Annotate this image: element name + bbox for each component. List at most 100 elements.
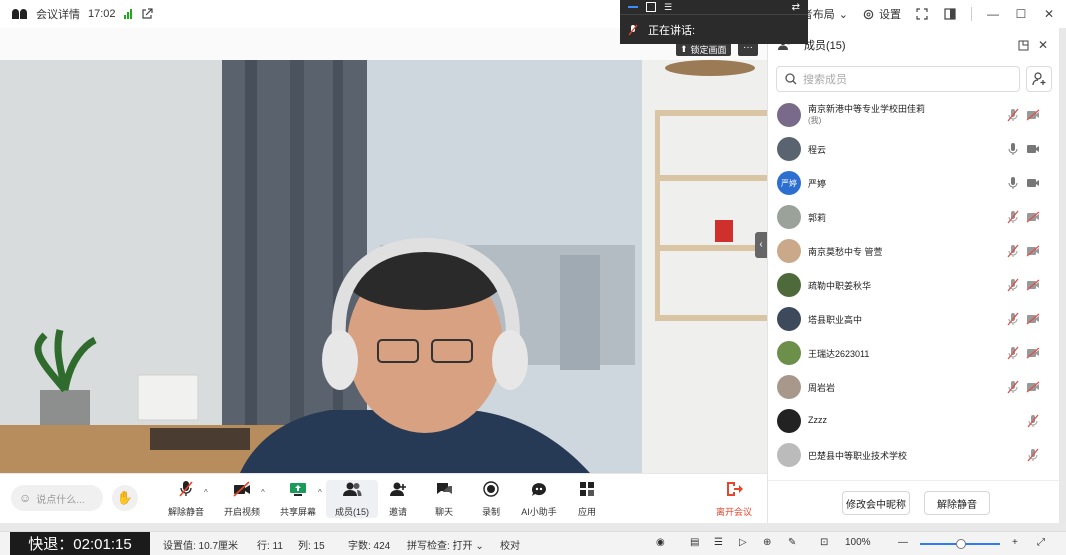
participant-video[interactable] bbox=[0, 60, 767, 473]
mic-muted-icon[interactable] bbox=[1006, 244, 1020, 258]
camera-off-icon[interactable] bbox=[1026, 279, 1040, 291]
member-row[interactable]: 疏勒中职姜秋华 bbox=[768, 268, 1060, 302]
popout-icon[interactable] bbox=[1016, 38, 1030, 52]
chat-button[interactable]: 聊天 bbox=[418, 480, 470, 518]
mic-muted-icon[interactable] bbox=[1026, 448, 1040, 462]
member-row[interactable]: 巴楚县中等职业技术学校 bbox=[768, 438, 1060, 472]
add-user-icon bbox=[1032, 72, 1046, 86]
share-link-icon[interactable] bbox=[140, 7, 154, 21]
mic-muted-icon[interactable] bbox=[1006, 210, 1020, 224]
mic-muted-icon[interactable] bbox=[1006, 346, 1020, 360]
close-icon[interactable]: ✕ bbox=[1036, 38, 1050, 52]
leave-meeting-button[interactable]: 离开会议 bbox=[708, 480, 760, 518]
fit-page-icon[interactable]: ⊡ bbox=[820, 537, 828, 548]
mic-muted-icon[interactable] bbox=[1006, 380, 1020, 394]
audio-options-chevron-icon[interactable]: ^ bbox=[204, 488, 208, 497]
member-row[interactable]: 周岩岩 bbox=[768, 370, 1060, 404]
video-options-chevron-icon[interactable]: ^ bbox=[261, 488, 265, 497]
list-view-icon[interactable]: ☰ bbox=[664, 2, 672, 13]
member-row[interactable]: 严婷 严婷 bbox=[768, 166, 1060, 200]
pen-icon[interactable]: ✎ bbox=[788, 537, 796, 548]
unmute-button[interactable]: 解除静音 bbox=[160, 480, 212, 518]
spellcheck-toggle[interactable]: 拼写检查: 打开 ⌄ bbox=[407, 537, 484, 552]
mic-icon[interactable] bbox=[1006, 142, 1020, 156]
share-screen-icon bbox=[290, 483, 306, 496]
play-icon[interactable]: ▷ bbox=[739, 537, 747, 548]
start-video-label: 开启视频 bbox=[223, 507, 260, 517]
outline-view-icon[interactable]: ☰ bbox=[714, 537, 723, 548]
sidebar-toggle-icon[interactable] bbox=[943, 7, 957, 21]
fullscreen-icon[interactable] bbox=[915, 7, 929, 21]
mic-muted-icon[interactable] bbox=[1026, 414, 1040, 428]
divider bbox=[971, 7, 972, 21]
camera-off-icon[interactable] bbox=[1026, 313, 1040, 325]
camera-off-icon[interactable] bbox=[1026, 211, 1040, 223]
zoom-level[interactable]: 100% bbox=[845, 537, 871, 548]
camera-off-icon[interactable] bbox=[1026, 109, 1040, 121]
collapse-sidebar-tab[interactable]: ‹ bbox=[755, 232, 767, 258]
zoom-in-icon[interactable]: + bbox=[1012, 537, 1018, 548]
zoom-out-icon[interactable]: — bbox=[898, 537, 908, 548]
start-video-button[interactable]: 开启视频 bbox=[216, 480, 268, 518]
mic-muted-icon[interactable] bbox=[1006, 108, 1020, 122]
ai-assistant-button[interactable]: AI小助手 bbox=[513, 480, 565, 518]
app-logo-icon bbox=[12, 9, 28, 19]
mic-muted-icon bbox=[628, 24, 638, 36]
members-button[interactable]: 成员(15) bbox=[326, 480, 378, 518]
eye-icon[interactable]: ◉ bbox=[656, 537, 665, 548]
member-row[interactable]: 王瑞达2623011 bbox=[768, 336, 1060, 370]
page-view-icon[interactable]: ▤ bbox=[690, 537, 699, 548]
member-name: Zzzz bbox=[808, 415, 827, 425]
avatar bbox=[777, 341, 801, 365]
camera-icon[interactable] bbox=[1026, 143, 1040, 155]
member-row[interactable]: 塔县职业高中 bbox=[768, 302, 1060, 336]
camera-icon[interactable] bbox=[1026, 177, 1040, 189]
meeting-details-link[interactable]: 会议详情 bbox=[36, 6, 80, 22]
collapse-arrows-icon[interactable]: ⇄ bbox=[792, 2, 800, 13]
window-scrollbar[interactable] bbox=[1059, 28, 1066, 523]
minimize-icon[interactable]: — bbox=[986, 7, 1000, 21]
settings-button[interactable]: 设置 bbox=[862, 6, 901, 22]
zoom-slider-handle[interactable] bbox=[956, 539, 966, 549]
camera-off-icon[interactable] bbox=[1026, 347, 1040, 359]
rename-button[interactable]: 修改会中昵称 bbox=[842, 491, 910, 515]
chat-input[interactable]: ☺ 说点什么... bbox=[11, 485, 103, 511]
record-button[interactable]: 录制 bbox=[465, 480, 517, 518]
signal-strength-icon[interactable] bbox=[123, 9, 132, 19]
speaker-view-icon[interactable] bbox=[628, 6, 638, 8]
member-row[interactable]: Zzzz bbox=[768, 404, 1060, 438]
gallery-view-icon[interactable] bbox=[646, 2, 656, 12]
member-name: 程云 bbox=[808, 145, 827, 155]
camera-off-icon bbox=[233, 481, 250, 497]
member-row[interactable]: 南京莫愁中专 管萱 bbox=[768, 234, 1060, 268]
proofread-button[interactable]: 校对 bbox=[500, 537, 520, 552]
share-options-chevron-icon[interactable]: ^ bbox=[318, 488, 322, 497]
unmute-all-button[interactable]: 解除静音 bbox=[924, 491, 990, 515]
member-search-input[interactable]: 搜索成员 bbox=[776, 66, 1020, 92]
apps-button[interactable]: 应用 bbox=[561, 480, 613, 518]
member-self-tag: (我) bbox=[808, 116, 822, 125]
maximize-icon[interactable]: ☐ bbox=[1014, 7, 1028, 21]
emoji-icon[interactable]: ☺ bbox=[19, 491, 31, 505]
member-row[interactable]: 程云 bbox=[768, 132, 1060, 166]
member-row[interactable]: 郭莉 bbox=[768, 200, 1060, 234]
member-row[interactable]: 南京新港中等专业学校田佳莉 (我) bbox=[768, 98, 1060, 132]
raise-hand-button[interactable]: ✋ bbox=[112, 485, 138, 511]
share-screen-button[interactable]: 共享屏幕 bbox=[272, 480, 324, 518]
close-icon[interactable]: ✕ bbox=[1042, 7, 1056, 21]
web-view-icon[interactable]: ⊕ bbox=[763, 537, 771, 548]
camera-off-icon[interactable] bbox=[1026, 245, 1040, 257]
avatar bbox=[777, 273, 801, 297]
search-icon bbox=[785, 73, 797, 85]
invite-button[interactable]: 邀请 bbox=[372, 480, 424, 518]
mic-muted-icon[interactable] bbox=[1006, 312, 1020, 326]
add-member-button[interactable] bbox=[1026, 66, 1052, 92]
expand-icon[interactable]: ⤢ bbox=[1037, 537, 1045, 548]
camera-off-icon[interactable] bbox=[1026, 381, 1040, 393]
mic-muted-icon[interactable] bbox=[1006, 278, 1020, 292]
record-icon bbox=[483, 481, 499, 497]
word-count[interactable]: 字数: 424 bbox=[348, 537, 390, 552]
mic-icon[interactable] bbox=[1006, 176, 1020, 190]
speaking-label: 正在讲话: bbox=[648, 25, 696, 37]
members-icon bbox=[343, 482, 362, 496]
